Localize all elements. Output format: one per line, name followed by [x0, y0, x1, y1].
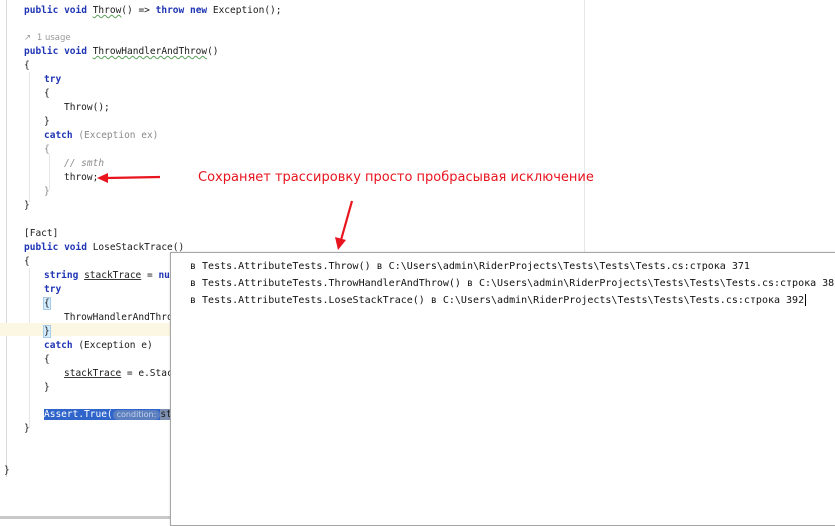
stack-trace-line-with-caret: в Tests.AttributeTests.LoseStackTrace() … [190, 294, 807, 308]
stack-trace-line: в Tests.AttributeTests.LoseStackTrace() … [190, 295, 805, 306]
stack-trace-popup[interactable]: в Tests.AttributeTests.Throw() в C:\User… [170, 252, 835, 526]
arrow-to-throw-icon [97, 173, 161, 183]
text-caret [805, 294, 807, 306]
arrow-to-popup-icon [335, 200, 354, 250]
stack-trace-line: в Tests.AttributeTests.Throw() в C:\User… [190, 261, 750, 272]
stack-trace-line: в Tests.AttributeTests.ThrowHandlerAndTh… [190, 278, 835, 289]
